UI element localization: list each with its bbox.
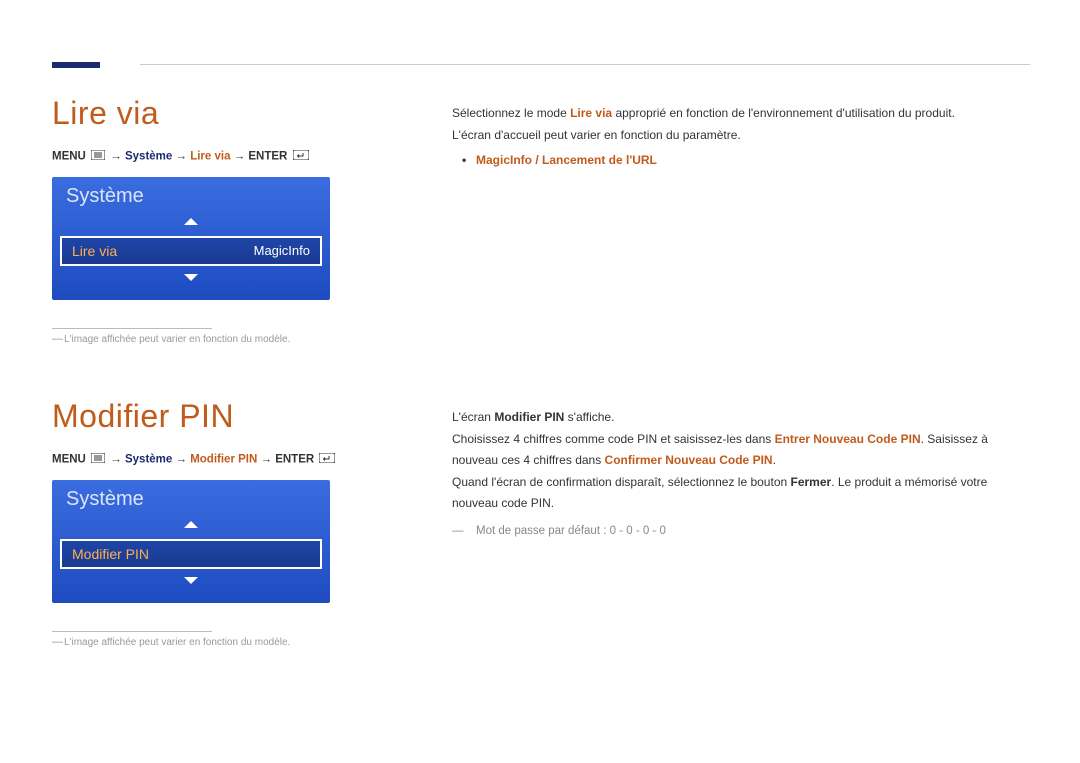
enter-icon (293, 150, 309, 163)
menu-icon (91, 150, 105, 163)
chevron-up-icon (184, 218, 198, 225)
nav-path-modifier-pin: MENU → Système → Modifier PIN → ENTER (52, 453, 392, 466)
separator-line (52, 631, 212, 632)
text: Sélectionnez le mode (452, 106, 570, 120)
menu-item-label: Lire via (72, 243, 117, 259)
top-divider (140, 64, 1030, 65)
paragraph: Quand l'écran de confirmation disparaît,… (452, 472, 1030, 515)
default-password-note: Mot de passe par défaut : 0 - 0 - 0 - 0 (476, 521, 1030, 542)
text: L'écran (452, 410, 494, 424)
text-bold: Modifier PIN (494, 410, 564, 424)
section-modifier-pin-right: L'écran Modifier PIN s'affiche. Choisiss… (452, 407, 1030, 542)
text-accent: Confirmer Nouveau Code PIN (605, 453, 773, 467)
nav-item: Modifier PIN (190, 454, 257, 466)
bullet-text: MagicInfo / Lancement de l'URL (476, 153, 657, 167)
nav-path-lire-via: MENU → Système → Lire via → ENTER (52, 150, 392, 163)
menu-item-modifier-pin[interactable]: Modifier PIN (60, 539, 322, 569)
section-lire-via-left: Lire via MENU → Système → Lire via → ENT… (52, 95, 392, 345)
nav-system: Système (125, 454, 172, 466)
menu-panel-lire-via: Système Lire via MagicInfo (52, 177, 330, 300)
nav-item: Lire via (190, 151, 230, 163)
text-accent: Entrer Nouveau Code PIN (775, 432, 921, 446)
menu-up-row[interactable] (52, 515, 330, 537)
footnote-modifier-pin: L'image affichée peut varier en fonction… (64, 637, 392, 648)
nav-enter-label: ENTER (248, 151, 287, 163)
nav-menu-label: MENU (52, 151, 86, 163)
nav-arrow: → (261, 454, 276, 466)
separator-line (52, 328, 212, 329)
chevron-down-icon (184, 577, 198, 584)
menu-down-row[interactable] (52, 268, 330, 290)
paragraph: Sélectionnez le mode Lire via approprié … (452, 103, 1030, 125)
paragraph: Choisissez 4 chiffres comme code PIN et … (452, 429, 1030, 472)
menu-panel-title: Système (52, 480, 330, 515)
menu-down-row[interactable] (52, 571, 330, 593)
menu-up-row[interactable] (52, 212, 330, 234)
text: s'affiche. (564, 410, 614, 424)
chevron-up-icon (184, 521, 198, 528)
menu-item-value: MagicInfo (254, 243, 310, 259)
paragraph: L'écran Modifier PIN s'affiche. (452, 407, 1030, 429)
text: Quand l'écran de confirmation disparaît,… (452, 475, 791, 489)
nav-arrow: → (110, 151, 125, 163)
nav-arrow: → (110, 454, 125, 466)
heading-lire-via: Lire via (52, 95, 392, 132)
enter-icon (319, 453, 335, 466)
nav-system: Système (125, 151, 172, 163)
text: Choisissez 4 chiffres comme code PIN et … (452, 432, 775, 446)
text-bold: Fermer (791, 475, 832, 489)
menu-item-lire-via[interactable]: Lire via MagicInfo (60, 236, 322, 266)
nav-menu-label: MENU (52, 454, 86, 466)
nav-arrow: → (176, 454, 191, 466)
bullet-item: MagicInfo / Lancement de l'URL (452, 150, 1030, 172)
menu-icon (91, 453, 105, 466)
menu-panel-modifier-pin: Système Modifier PIN (52, 480, 330, 603)
menu-panel-title: Système (52, 177, 330, 212)
footnote-lire-via: L'image affichée peut varier en fonction… (64, 334, 392, 345)
text-accent: Lire via (570, 106, 612, 120)
paragraph: L'écran d'accueil peut varier en fonctio… (452, 125, 1030, 147)
nav-arrow: → (176, 151, 191, 163)
text: . (773, 453, 776, 467)
section-modifier-pin-left: Modifier PIN MENU → Système → Modifier P… (52, 398, 392, 648)
chevron-down-icon (184, 274, 198, 281)
heading-modifier-pin: Modifier PIN (52, 398, 392, 435)
nav-enter-label: ENTER (275, 454, 314, 466)
section-lire-via-right: Sélectionnez le mode Lire via approprié … (452, 103, 1030, 172)
menu-item-label: Modifier PIN (72, 546, 149, 562)
text: approprié en fonction de l'environnement… (612, 106, 955, 120)
top-accent-bar (52, 62, 100, 68)
nav-arrow: → (234, 151, 249, 163)
